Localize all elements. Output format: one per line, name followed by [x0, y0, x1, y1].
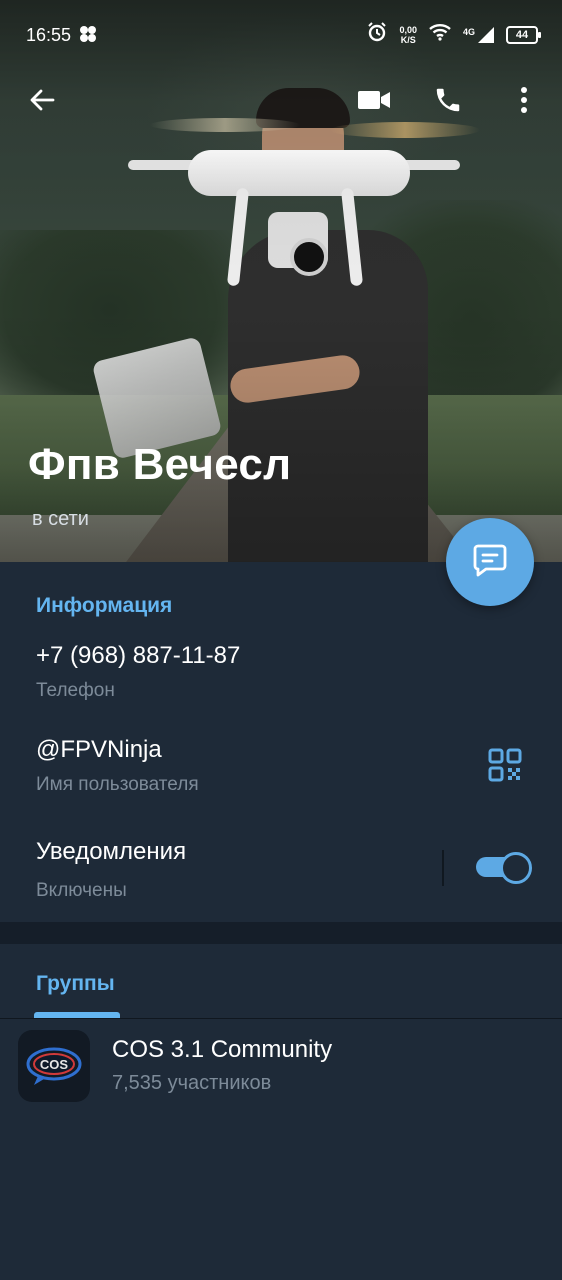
back-button[interactable]	[24, 84, 60, 120]
status-bar: 16:55 0,00 K/S 4G 44	[0, 0, 562, 70]
alarm-icon	[367, 22, 387, 47]
cos-logo-icon: COS	[26, 1047, 82, 1085]
profile-online-status: в сети	[32, 508, 89, 530]
more-options-button[interactable]	[506, 84, 542, 120]
groups-section: Группы COS COS 3.1 Community 7,535 участ…	[0, 944, 562, 1280]
vertical-divider	[442, 850, 444, 886]
chat-icon	[471, 541, 509, 584]
notifications-state: Включены	[36, 880, 127, 901]
network-speed-unit: K/S	[400, 34, 416, 45]
notification-dots-icon	[78, 24, 98, 49]
arrow-left-icon	[28, 86, 56, 119]
username: @FPVNinja	[36, 736, 162, 763]
video-camera-icon	[357, 88, 391, 117]
more-vertical-icon	[520, 86, 528, 119]
group-members-count: 7,535 участников	[112, 1072, 272, 1094]
phone-label: Телефон	[36, 680, 115, 701]
voice-call-button[interactable]	[430, 84, 466, 120]
group-name: COS 3.1 Community	[112, 1036, 333, 1063]
group-list-item[interactable]: COS COS 3.1 Community 7,535 участников	[0, 1028, 562, 1108]
phone-number: +7 (968) 887-11-87	[36, 642, 241, 669]
info-section-title: Информация	[36, 594, 173, 617]
group-avatar-text: COS	[40, 1057, 69, 1072]
cellular-signal-icon: 4G	[462, 26, 494, 43]
tab-divider	[0, 1018, 562, 1019]
send-message-button[interactable]	[446, 518, 534, 606]
qr-code-icon	[488, 748, 522, 786]
wifi-icon	[429, 23, 451, 46]
tab-groups[interactable]: Группы	[36, 972, 115, 996]
username-label: Имя пользователя	[36, 774, 199, 795]
network-speed: 0,00 K/S	[399, 25, 417, 45]
network-speed-value: 0,00	[399, 24, 417, 35]
info-section: Информация +7 (968) 887-11-87 Телефон @F…	[0, 562, 562, 922]
group-avatar: COS	[18, 1030, 90, 1102]
video-call-button[interactable]	[356, 84, 392, 120]
qr-code-button[interactable]	[488, 748, 522, 782]
notifications-toggle[interactable]	[476, 852, 532, 884]
top-app-bar	[0, 72, 562, 128]
status-time: 16:55	[26, 25, 72, 45]
notifications-title: Уведомления	[36, 838, 187, 865]
battery-level: 44	[515, 28, 529, 41]
battery-indicator: 44	[506, 25, 541, 44]
network-type: 4G	[462, 26, 475, 37]
section-gap	[0, 922, 562, 944]
phone-icon	[433, 85, 463, 120]
toggle-knob	[500, 852, 532, 884]
profile-name: Фпв Вечесл	[28, 440, 292, 489]
